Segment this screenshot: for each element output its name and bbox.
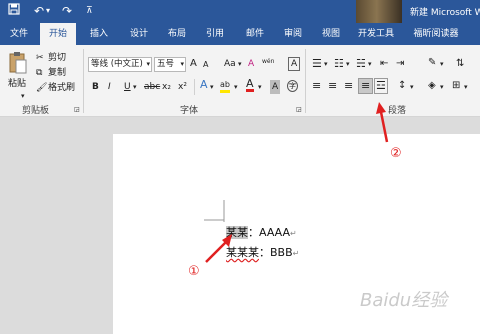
annotation-arrows [205, 102, 389, 263]
annotation-one: ① [188, 264, 200, 279]
annotation-two: ② [390, 146, 402, 161]
watermark-logo: Baidu经验 [360, 290, 448, 311]
